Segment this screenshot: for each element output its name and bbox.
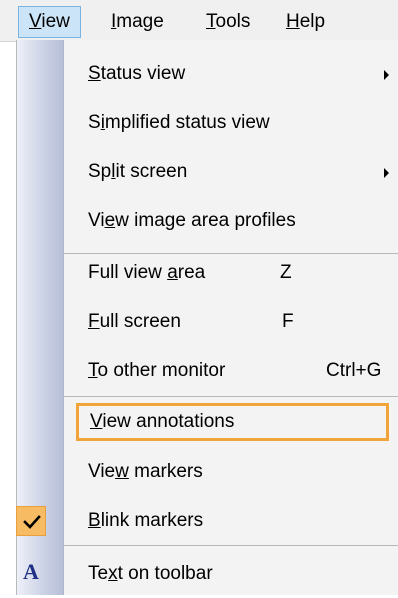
menu-item-status-view[interactable]: Status view: [64, 50, 398, 98]
menu-item-shortcut: F: [282, 311, 294, 332]
menu-item-text-on-toolbar[interactable]: Text on toolbar: [64, 550, 398, 598]
menu-item-split-screen[interactable]: Split screen: [64, 148, 398, 196]
menu-item-label: View markers: [88, 461, 203, 482]
submenu-arrow-icon: [384, 168, 389, 178]
menu-help[interactable]: Help: [276, 6, 335, 38]
menu-item-full-screen[interactable]: Full screen F: [64, 298, 398, 346]
menu-item-label: Split screen: [88, 161, 188, 182]
menu-item-view-annotations[interactable]: View annotations: [76, 403, 389, 441]
checkmark-icon: [16, 506, 46, 536]
menu-tools[interactable]: Tools: [196, 6, 260, 38]
menu-item-label: Blink markers: [88, 510, 204, 531]
menu-item-view-markers[interactable]: View markers: [64, 448, 398, 496]
menu-item-simplified-status-view[interactable]: Simplified status view: [64, 99, 398, 147]
menu-item-label: Full view area: [88, 262, 206, 283]
menu-item-label: Text on toolbar: [88, 563, 213, 584]
menu-item-blink-markers[interactable]: Blink markers: [64, 497, 398, 545]
submenu-arrow-icon: [384, 70, 389, 80]
menu-bar: View Image Tools Help: [0, 0, 398, 42]
menu-image[interactable]: Image: [101, 6, 174, 38]
menu-view[interactable]: View: [18, 6, 81, 38]
menu-item-shortcut: Ctrl+G: [326, 360, 382, 381]
menu-item-full-view-area[interactable]: Full view area Z: [64, 249, 398, 297]
text-toolbar-a-icon: A: [23, 559, 39, 584]
menu-item-to-other-monitor[interactable]: To other monitor Ctrl+G: [64, 347, 398, 395]
menu-item-label: Full screen: [88, 311, 181, 332]
menu-item-label: Status view: [88, 63, 186, 84]
checkmark-glyph: [23, 515, 41, 529]
menu-item-label: Simplified status view: [88, 112, 270, 133]
menu-item-view-image-area-profiles[interactable]: View image area profiles: [64, 197, 398, 245]
menu-item-label: View annotations: [90, 411, 235, 432]
menu-item-label: View image area profiles: [88, 210, 296, 231]
menu-separator: [64, 545, 398, 546]
menu-separator: [64, 396, 398, 397]
menu-item-label: To other monitor: [88, 360, 226, 381]
menu-item-shortcut: Z: [280, 262, 292, 283]
view-dropdown-menu: Status view Simplified status view Split…: [16, 40, 398, 595]
